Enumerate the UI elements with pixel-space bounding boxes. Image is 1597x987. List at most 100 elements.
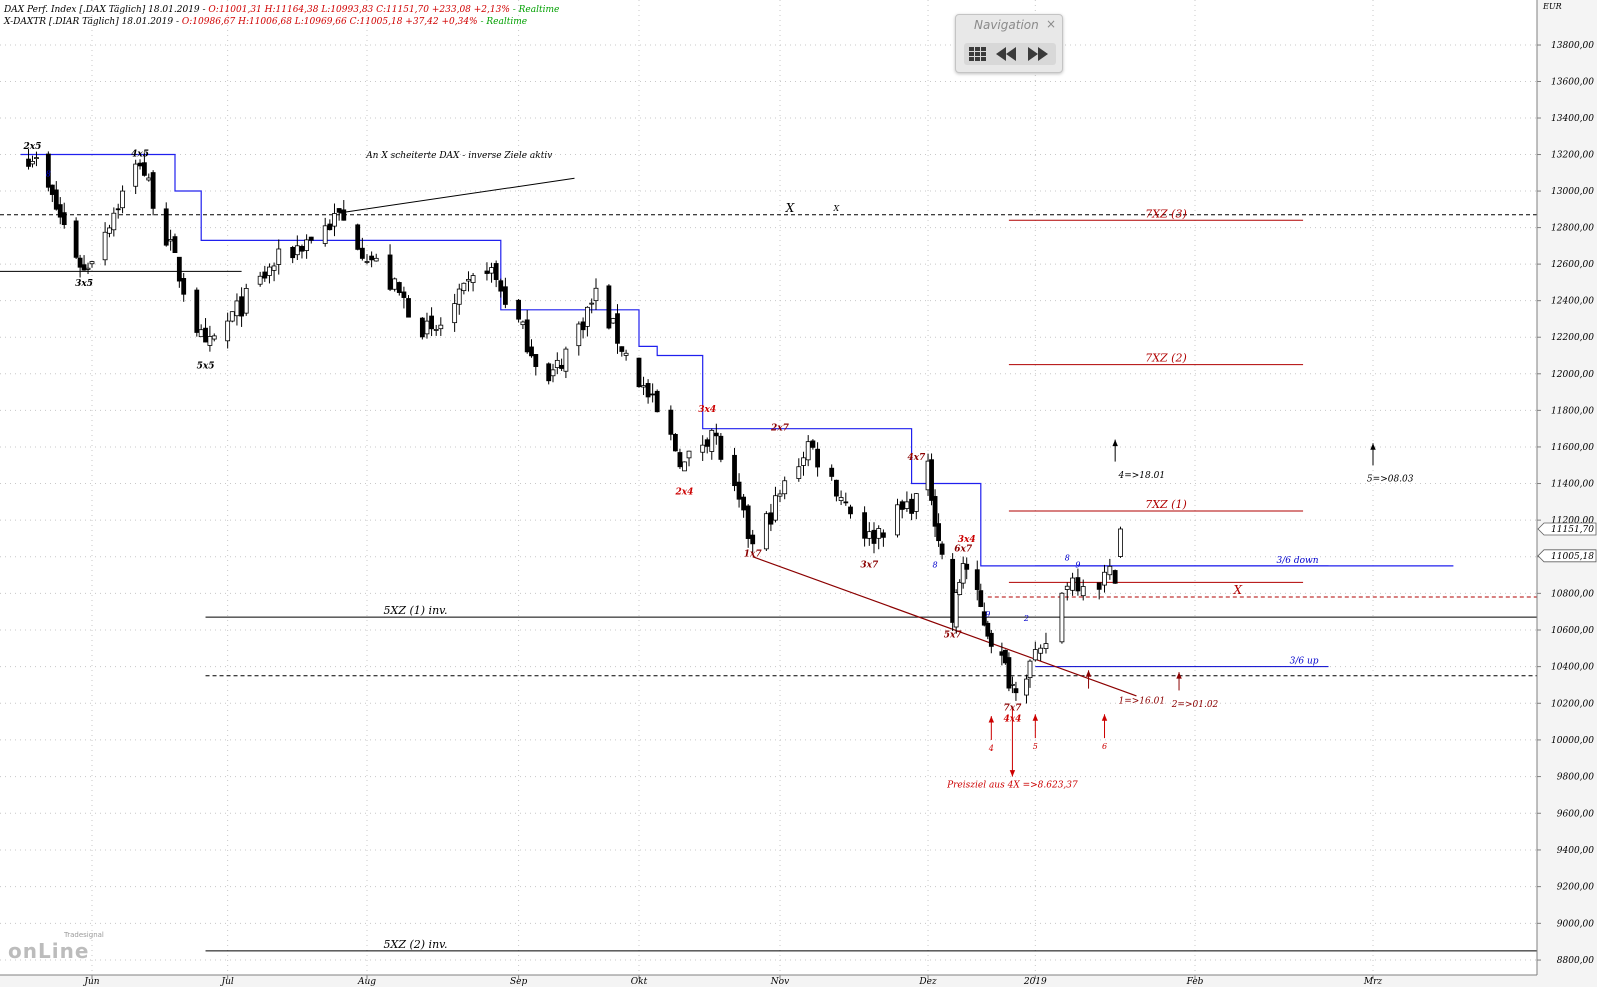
candle-body [181,278,187,295]
level-label: 5XZ (2) inv. [384,938,448,951]
annotation-label: 2=>01.02 [1171,700,1219,710]
candle-body [299,245,305,252]
candle-body [396,282,402,293]
candle-body [419,317,425,338]
level-label: X [785,201,795,215]
candle-body [672,433,678,452]
level-label: 3/6 up [1290,657,1319,667]
candle-body [327,223,333,231]
price-tick-label: 12600,00 [1551,260,1594,270]
candle-body [73,220,79,258]
candle-body [713,432,719,437]
price-chart[interactable]: X 7XZ (3) 7XZ (2) 7XZ (1) X 5XZ (1) inv. 5XZ (… [0,0,1597,987]
annotation-label: 5 [1033,742,1038,751]
candle-body [57,204,63,218]
candle-body [645,383,651,398]
price-tick-label: 12200,00 [1551,333,1594,343]
candle-body [1075,577,1081,592]
candle-body [1006,657,1012,689]
candle-body [636,357,642,388]
candle-body [489,267,494,274]
candle-body [172,236,178,254]
rewind-icon[interactable] [996,47,1016,61]
candle-body [796,466,802,479]
annotation-label: 4=>18.01 [1117,471,1165,481]
candle-body [452,303,458,324]
candle-body [520,321,526,326]
time-tick-label: Jul [219,977,233,987]
candle-body [322,225,328,244]
price-tick-label: 9600,00 [1557,809,1594,819]
candle-body [953,592,959,628]
header-dax-realtime: - Realtime [509,5,560,15]
candle-body [429,315,434,330]
candle-body [686,450,692,459]
annotation-label: 4x7 [907,453,926,463]
price-tick-label: 9800,00 [1557,773,1594,783]
candle-body [137,162,143,167]
candle-body [1043,643,1049,649]
candle-body [682,461,687,472]
candle-body [150,172,156,209]
time-tick-label: Mrz [1363,977,1383,987]
level-label: X [1233,583,1243,597]
candle-body [355,224,361,250]
header-daxtr-name: X-DAXTR [.DIAR Täglich] 18.01.2019 - [4,17,182,27]
candle-body [829,467,835,477]
candle-body [871,529,877,544]
annotation-label: 2x7 [770,423,790,433]
candle-body [85,267,91,270]
candle-body [677,452,683,468]
candle-body [77,257,83,268]
candle-body [876,528,882,539]
header-daxtr-values: O:10986,67 H:11006,68 L:10969,66 C:11005… [181,17,478,27]
candle-body [406,298,411,318]
annotation-label: 6 [1102,742,1107,751]
candle-body [373,257,379,262]
navigation-close-icon[interactable]: × [1046,17,1056,31]
candle-body [881,532,886,538]
candle-body [229,311,235,322]
annotation-label: 5x7 [944,630,963,640]
fast-forward-icon[interactable] [1028,47,1048,61]
navigation-panel[interactable]: Navigation × [955,14,1063,73]
annotation-label: 4 [988,744,994,753]
candle-body [26,158,31,167]
candle-body [81,264,87,271]
candle-body [89,261,95,265]
candle-body [433,329,439,331]
price-axis-background [1537,0,1597,987]
candle-body [606,285,612,329]
candle-body [741,496,747,511]
candle-body [550,369,556,377]
candle-body [964,563,970,570]
candle-body [146,177,152,181]
time-tick-label: 2019 [1023,977,1047,987]
annotation-label: 6x7 [954,544,973,554]
annotation-label: 1=>16.01 [1118,696,1165,706]
candle-body [61,212,67,226]
time-axis[interactable]: Jun Jul Aug Sep Okt Nov Dez 2019 Feb Mrz [0,974,1597,987]
candle-body [438,324,444,330]
candle-body [456,288,462,305]
level-label: 7XZ (2) [1145,352,1187,365]
candle-body [524,319,530,353]
candle-body [1027,660,1033,679]
candle-body [895,504,900,536]
candle-body [554,359,560,369]
candle-body [1107,565,1113,576]
price-axis[interactable]: EUR 8800,00 9000,00 9200,00 9400,00 9600,00 98… [1536,0,1597,987]
candle-body [493,263,499,280]
candle-body [290,246,296,259]
candle-body [1059,592,1065,643]
candle-body [120,190,125,209]
candle-body [1013,688,1019,694]
candle-body [589,302,595,305]
candle-body [559,364,564,369]
grid-menu-icon[interactable] [969,47,986,61]
level-label: 7XZ (1) [1145,498,1187,511]
annotation-label: 1x7 [744,550,763,560]
candle-body [533,354,539,367]
candle-body [777,493,783,497]
candle-body [1032,649,1038,661]
